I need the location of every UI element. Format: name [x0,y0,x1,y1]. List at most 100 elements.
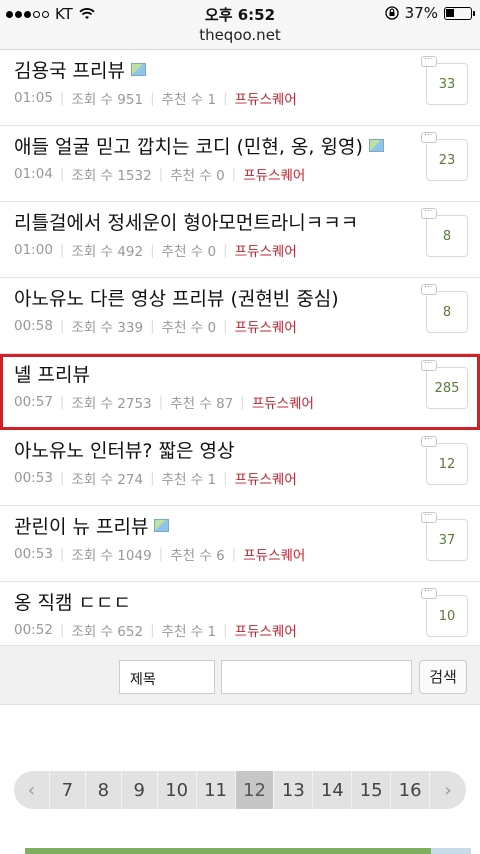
post-time: 00:53 [14,546,53,562]
separator: | [59,242,65,258]
post-title[interactable]: 관린이 뉴 프리뷰 [14,512,148,539]
post-row[interactable]: 아노유노 인터뷰? 짧은 영상 00:53 | 조회 수 274 | 추천 수 1 | 프듀스… [0,430,480,506]
status-right: 37% [385,4,475,22]
comment-count-button[interactable]: 33 [421,51,468,105]
separator: | [150,242,155,258]
post-title-line[interactable]: 관린이 뉴 프리뷰 [14,512,170,539]
post-meta: 01:05 | 조회 수 951 | 추천 수 1 | 프듀스퀘어 [14,88,297,108]
post-category[interactable]: 프듀스퀘어 [252,392,314,412]
separator: | [158,166,164,182]
page-link[interactable]: 15 [352,771,392,809]
comment-count: 33 [438,77,456,92]
rotation-lock-icon [385,6,399,20]
page-link[interactable]: 8 [86,771,122,809]
separator: | [59,90,65,106]
post-list: 김용국 프리뷰 01:05 | 조회 수 951 | 추천 수 1 | 프듀스퀘어 33 애들 얼… [0,50,480,658]
post-meta: 01:00 | 조회 수 492 | 추천 수 0 | 프듀스퀘어 [14,240,297,260]
post-title[interactable]: 김용국 프리뷰 [14,56,125,83]
post-recommends: 추천 수 87 [170,396,234,412]
post-title[interactable]: 아노유노 인터뷰? 짧은 영상 [14,436,234,463]
separator: | [150,470,155,486]
post-title[interactable]: 옹 직캠 ㄷㄷㄷ [14,588,131,615]
post-row[interactable]: 리틀걸에서 정세운이 형아모먼트라니ㅋㅋㅋ 01:00 | 조회 수 492 | 추천 수… [0,202,480,278]
comment-bubble-icon [421,51,437,67]
comment-count-button[interactable]: 23 [421,127,468,181]
comment-bubble-icon [421,127,437,143]
page-link[interactable]: 7 [50,771,86,809]
post-title-line[interactable]: 리틀걸에서 정세운이 형아모먼트라니ㅋㅋㅋ [14,208,358,235]
separator: | [59,318,65,334]
post-time: 00:58 [14,318,53,334]
post-views: 조회 수 339 [71,320,144,336]
page-link[interactable]: 10 [158,771,197,809]
comment-count: 37 [438,533,456,548]
post-row[interactable]: 애들 얼굴 믿고 깝치는 코디 (민현, 옹, 윙영) 01:04 | 조회 수 15… [0,126,480,202]
post-title[interactable]: 리틀걸에서 정세운이 형아모먼트라니ㅋㅋㅋ [14,208,358,235]
separator: | [59,394,65,410]
search-bar: 제목 검색 [0,645,480,705]
post-views: 조회 수 1532 [71,168,152,184]
search-input[interactable] [221,660,412,694]
comment-count-button[interactable]: 8 [421,279,468,333]
comment-count-button[interactable]: 37 [421,507,468,561]
post-time: 00:52 [14,622,53,638]
post-title[interactable]: 아노유노 다른 영상 프리뷰 (권현빈 중심) [14,284,339,311]
page-link[interactable]: 16 [391,771,431,809]
comment-count-button[interactable]: 285 [421,355,468,409]
image-attachment-icon [130,63,146,76]
post-row[interactable]: 김용국 프리뷰 01:05 | 조회 수 951 | 추천 수 1 | 프듀스퀘어 33 [0,50,480,126]
post-title[interactable]: 녤 프리뷰 [14,360,90,387]
comment-count-button[interactable]: 8 [421,203,468,257]
separator: | [223,470,228,486]
page-link[interactable]: 9 [122,771,158,809]
post-title-line[interactable]: 옹 직캠 ㄷㄷㄷ [14,588,131,615]
post-row[interactable]: 관린이 뉴 프리뷰 00:53 | 조회 수 1049 | 추천 수 6 | 프듀스퀘어 37 [0,506,480,582]
page-link[interactable]: 13 [274,771,314,809]
comment-bubble-icon [421,355,437,371]
prev-page-button[interactable]: ‹ [14,771,50,809]
post-title-line[interactable]: 김용국 프리뷰 [14,56,146,83]
comment-count: 285 [434,381,460,396]
separator: | [223,318,228,334]
separator: | [158,546,164,562]
page-link[interactable]: 14 [313,771,353,809]
post-views: 조회 수 1049 [71,548,152,564]
post-views: 조회 수 274 [71,472,144,488]
status-bar: KT 오후 6:52 37% [0,0,480,26]
post-category[interactable]: 프듀스퀘어 [235,88,297,108]
post-category[interactable]: 프듀스퀘어 [235,316,297,336]
post-category[interactable]: 프듀스퀘어 [235,240,297,260]
separator: | [231,546,237,562]
post-recommends: 추천 수 1 [161,92,217,108]
post-category[interactable]: 프듀스퀘어 [235,620,297,640]
comment-bubble-icon [421,279,437,295]
post-title[interactable]: 애들 얼굴 믿고 깝치는 코디 (민현, 옹, 윙영) [14,132,363,159]
post-row[interactable]: 녤 프리뷰 00:57 | 조회 수 2753 | 추천 수 87 | 프듀스퀘어 285 [0,354,480,430]
next-page-button[interactable]: › [430,771,466,809]
post-title-line[interactable]: 아노유노 다른 영상 프리뷰 (권현빈 중심) [14,284,339,311]
post-category[interactable]: 프듀스퀘어 [235,468,297,488]
separator: | [240,394,245,410]
post-recommends: 추천 수 6 [170,548,225,564]
post-title-line[interactable]: 녤 프리뷰 [14,360,90,387]
post-title-line[interactable]: 아노유노 인터뷰? 짧은 영상 [14,436,234,463]
post-meta: 00:57 | 조회 수 2753 | 추천 수 87 | 프듀스퀘어 [14,392,314,412]
post-meta: 00:58 | 조회 수 339 | 추천 수 0 | 프듀스퀘어 [14,316,297,336]
address-bar[interactable]: theqoo.net [0,26,480,50]
post-views: 조회 수 951 [71,92,144,108]
comment-count-button[interactable]: 10 [421,583,468,637]
search-button[interactable]: 검색 [419,660,467,694]
post-recommends: 추천 수 0 [161,320,217,336]
page-link[interactable]: 11 [197,771,236,809]
search-type-select[interactable]: 제목 [119,660,215,694]
post-title-line[interactable]: 애들 얼굴 믿고 깝치는 코디 (민현, 옹, 윙영) [14,132,384,159]
post-category[interactable]: 프듀스퀘어 [243,544,305,564]
separator: | [59,470,65,486]
comment-count: 10 [438,609,456,624]
page-current[interactable]: 12 [235,771,275,809]
comment-count: 8 [442,229,452,244]
comment-count-button[interactable]: 12 [421,431,468,485]
post-meta: 01:04 | 조회 수 1532 | 추천 수 0 | 프듀스퀘어 [14,164,305,184]
post-row[interactable]: 아노유노 다른 영상 프리뷰 (권현빈 중심) 00:58 | 조회 수 339 | 추천… [0,278,480,354]
post-category[interactable]: 프듀스퀘어 [243,164,305,184]
